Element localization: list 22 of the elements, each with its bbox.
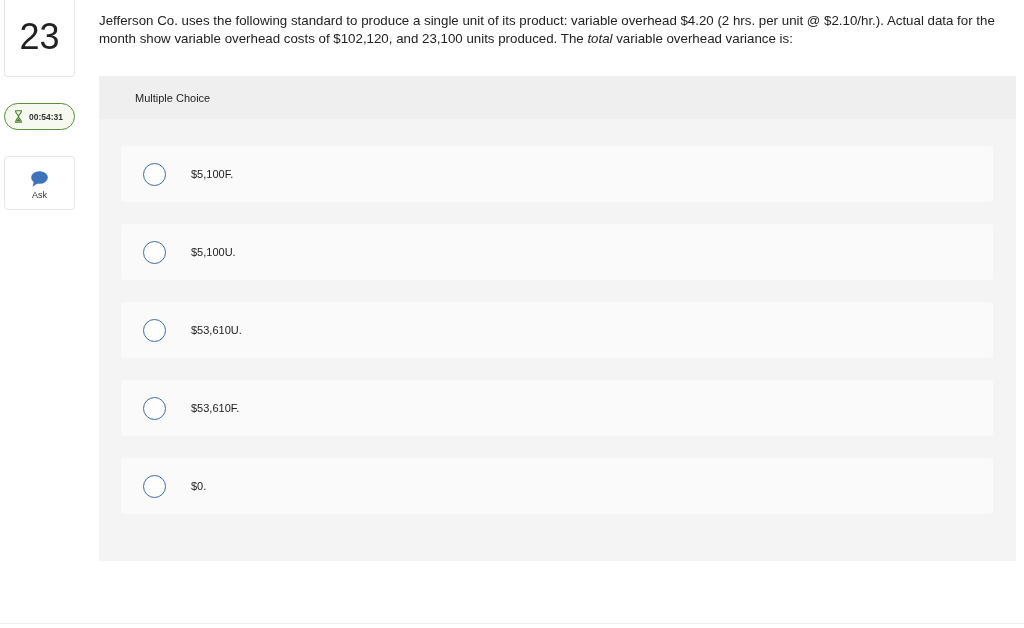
question-text: Jefferson Co. uses the following standard to produce a single unit of its product: variable overhead $4.20 (2 hrs. per unit @ $2.10/hr.). Actual data for the month show variable overhead costs of $102,120, and 23,100 units produced. The total variable overhead variance is:	[99, 12, 996, 48]
answer-option[interactable]: $5,100U.	[121, 224, 993, 280]
answer-option[interactable]: $53,610F.	[121, 380, 993, 436]
option-label: $53,610F.	[191, 402, 240, 414]
answer-option[interactable]: $5,100F.	[121, 146, 993, 202]
option-label: $5,100F.	[191, 168, 234, 180]
hourglass-icon	[14, 110, 23, 123]
option-label: $5,100U.	[191, 246, 236, 258]
radio-button[interactable]	[143, 240, 166, 264]
radio-button[interactable]	[143, 318, 166, 342]
radio-button[interactable]	[143, 474, 166, 498]
speech-bubble-icon	[31, 170, 48, 187]
question-number: 23	[4, 0, 75, 77]
answer-option[interactable]: $53,610U.	[121, 302, 993, 358]
radio-button[interactable]	[143, 162, 166, 186]
option-label: $53,610U.	[191, 324, 242, 336]
panel-title: Multiple Choice	[135, 91, 211, 104]
radio-button[interactable]	[143, 396, 166, 420]
ask-button[interactable]: Ask	[4, 156, 75, 210]
option-label: $0.	[191, 480, 207, 492]
timer-text: 00:54:31	[29, 111, 64, 122]
answer-option[interactable]: $0.	[121, 458, 993, 514]
